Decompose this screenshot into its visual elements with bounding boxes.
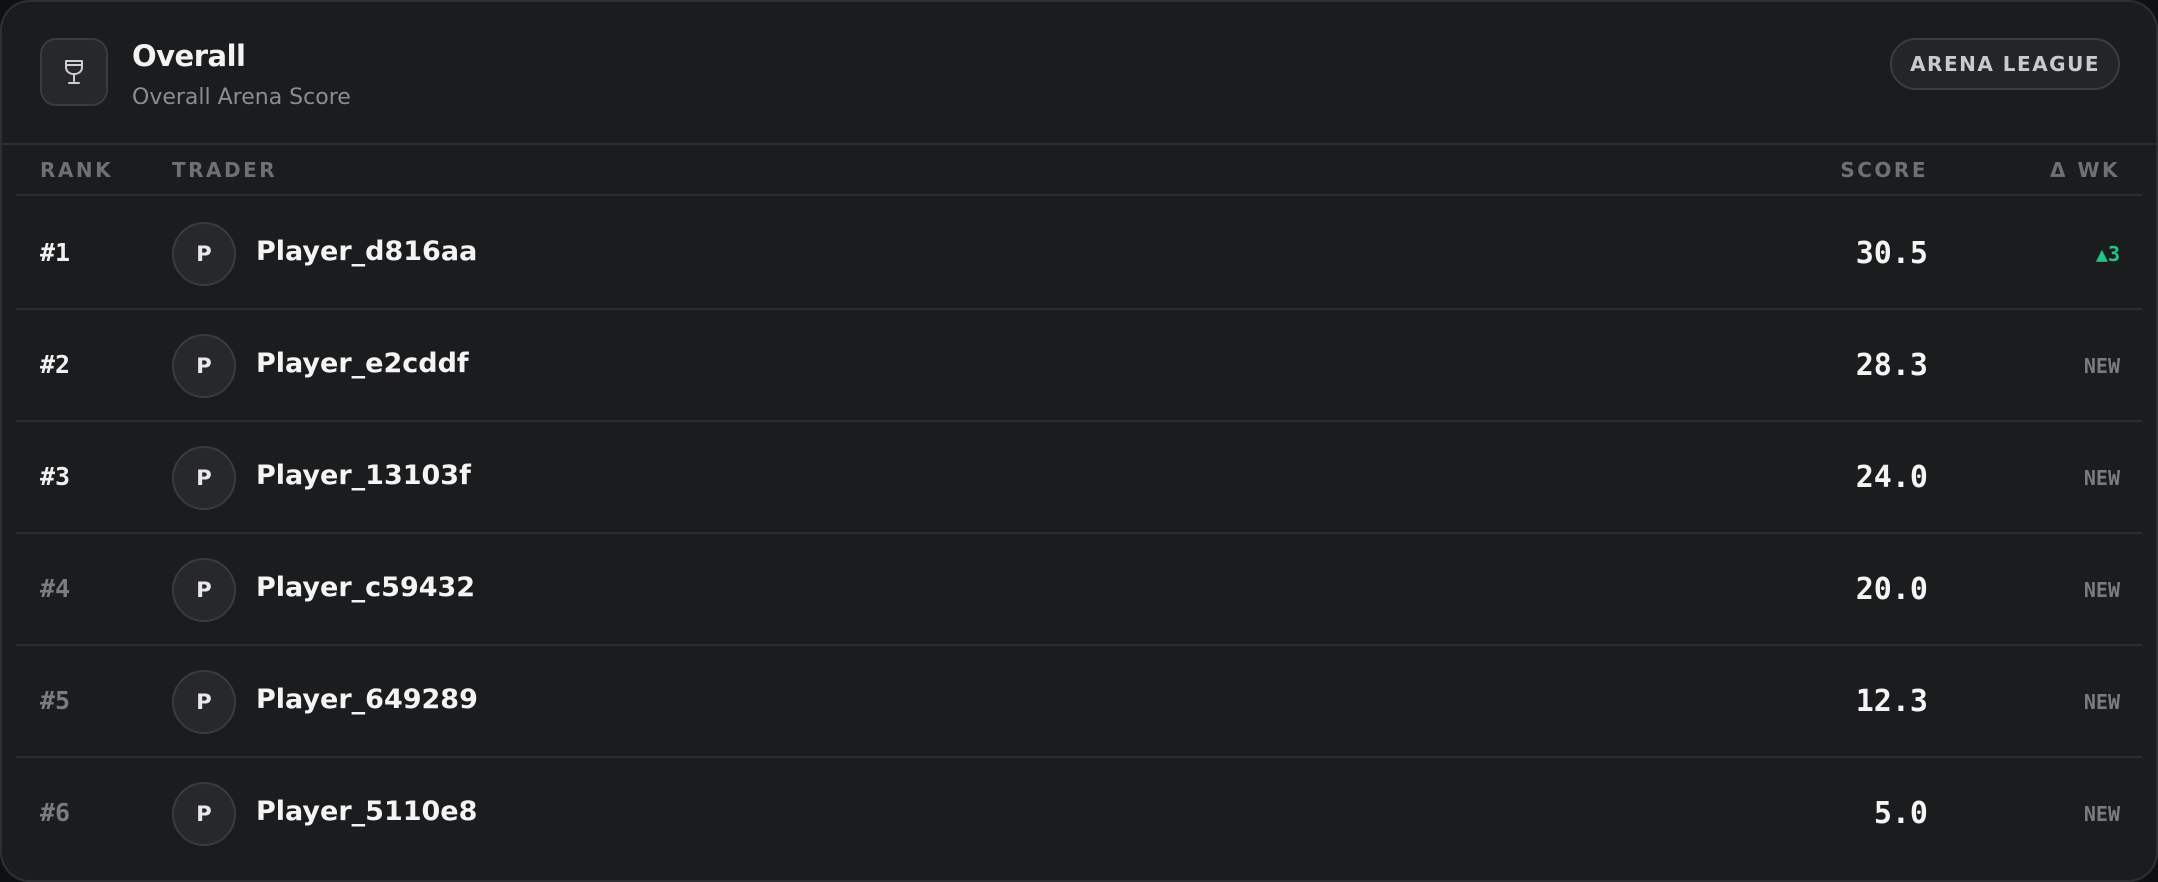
delta-week-value: NEW — [2083, 802, 2120, 826]
avatar: P — [172, 446, 236, 510]
column-header-delta-week[interactable]: Δ WK — [2050, 158, 2120, 182]
rank-label: #5 — [40, 686, 71, 715]
avatar: P — [172, 670, 236, 734]
avatar: P — [172, 334, 236, 398]
score-value: 30.5 — [1855, 236, 1928, 271]
leaderboard-header: Overall Overall Arena Score ARENA LEAGUE — [2, 2, 2156, 145]
table-row[interactable]: #1 P Player_d816aa 30.5 ▲3 — [16, 198, 2142, 310]
delta-week-value: NEW — [2083, 466, 2120, 490]
trader-name[interactable]: Player_5110e8 — [256, 796, 477, 827]
column-header-trader[interactable]: TRADER — [172, 158, 277, 182]
table-row[interactable]: #2 P Player_e2cddf 28.3 NEW — [16, 310, 2142, 422]
delta-week-value: NEW — [2083, 354, 2120, 378]
avatar: P — [172, 558, 236, 622]
table-row[interactable]: #3 P Player_13103f 24.0 NEW — [16, 422, 2142, 534]
trophy-icon — [40, 38, 108, 106]
leaderboard-rows: #1 P Player_d816aa 30.5 ▲3 #2 P Player_e… — [16, 198, 2142, 870]
league-badge[interactable]: ARENA LEAGUE — [1890, 38, 2120, 90]
trader-name[interactable]: Player_c59432 — [256, 572, 475, 603]
trader-name[interactable]: Player_13103f — [256, 460, 471, 491]
column-header-rank[interactable]: RANK — [40, 158, 113, 182]
score-value: 28.3 — [1855, 348, 1928, 383]
avatar: P — [172, 222, 236, 286]
delta-week-value: NEW — [2083, 578, 2120, 602]
page-title: Overall — [132, 39, 246, 73]
column-header-score[interactable]: SCORE — [1840, 158, 1928, 182]
rank-label: #2 — [40, 350, 71, 379]
rank-label: #3 — [40, 462, 71, 491]
trader-name[interactable]: Player_649289 — [256, 684, 478, 715]
score-value: 12.3 — [1855, 684, 1928, 719]
trader-name[interactable]: Player_e2cddf — [256, 348, 469, 379]
delta-week-value: NEW — [2083, 690, 2120, 714]
table-row[interactable]: #4 P Player_c59432 20.0 NEW — [16, 534, 2142, 646]
table-row[interactable]: #6 P Player_5110e8 5.0 NEW — [16, 758, 2142, 870]
rank-label: #4 — [40, 574, 71, 603]
delta-week-value: ▲3 — [2095, 242, 2120, 266]
score-value: 24.0 — [1855, 460, 1928, 495]
avatar: P — [172, 782, 236, 846]
table-row[interactable]: #5 P Player_649289 12.3 NEW — [16, 646, 2142, 758]
table-header: RANK TRADER SCORE Δ WK — [16, 146, 2142, 196]
leaderboard-card: Overall Overall Arena Score ARENA LEAGUE… — [0, 0, 2158, 882]
trader-name[interactable]: Player_d816aa — [256, 236, 477, 267]
page-subtitle: Overall Arena Score — [132, 85, 351, 110]
rank-label: #6 — [40, 798, 71, 827]
score-value: 20.0 — [1855, 572, 1928, 607]
rank-label: #1 — [40, 238, 71, 267]
score-value: 5.0 — [1873, 796, 1928, 831]
